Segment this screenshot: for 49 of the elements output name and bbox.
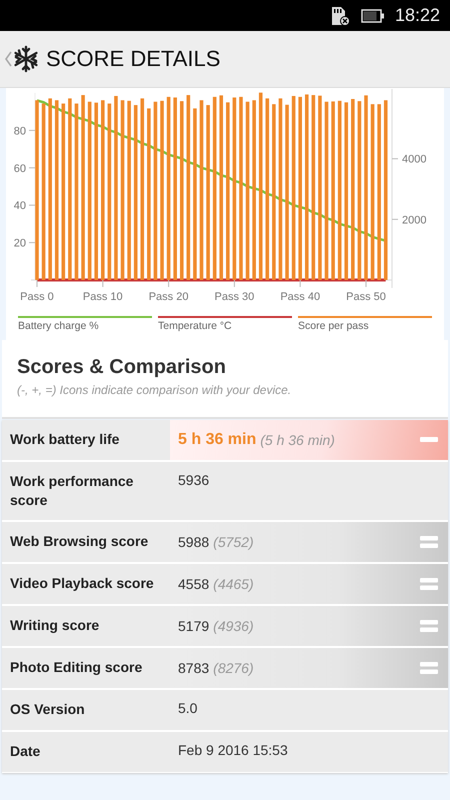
row-label: OS Version [9, 700, 86, 719]
score-value: 5 h 36 min [178, 431, 256, 449]
axis-label: 60 [14, 162, 26, 175]
section-subtitle: (-, +, =) Icons indicate comparison with your device. [17, 383, 292, 397]
page-title: SCORE DETAILS [46, 46, 220, 72]
score-value: 5988 [178, 534, 210, 550]
row-label: Work battery life [9, 430, 120, 449]
back-button[interactable] [4, 45, 40, 73]
axis-label: 20 [14, 238, 26, 250]
axis-label: Pass 20 [148, 291, 188, 303]
score-value: Feb 9 2016 15:53 [178, 742, 288, 758]
score-value: 5.0 [178, 700, 198, 716]
row-label: Writing score [9, 616, 100, 635]
equals-icon [420, 536, 438, 548]
row-label: Photo Editing score [9, 658, 144, 677]
reference-value: (5752) [213, 534, 254, 550]
legend-label: Score per pass [298, 320, 370, 332]
reference-value: (4936) [213, 618, 254, 634]
score-value: 4558 [178, 576, 210, 592]
row-label: Date [9, 742, 42, 761]
reference-value: (4465) [213, 576, 254, 592]
axis-label: 40 [14, 200, 26, 212]
axis-label: Pass 50 [346, 291, 386, 303]
score-value: 5179 [178, 618, 210, 634]
equals-icon [420, 578, 438, 590]
axis-label: Pass 0 [20, 291, 54, 303]
axis-label: Pass 40 [280, 291, 320, 303]
axis-label: 2000 [402, 214, 426, 226]
axis-label: 4000 [402, 154, 426, 166]
axis-label: 80 [14, 125, 26, 138]
legend-label: Temperature °C [158, 320, 233, 332]
section-title: Scores & Comparison [17, 356, 227, 379]
snowflake-icon [12, 45, 40, 73]
equals-icon [420, 620, 438, 632]
score-value: 8783 [178, 660, 210, 676]
battery-icon [360, 8, 385, 22]
equals-icon [420, 662, 438, 674]
row-label: Work performance score [9, 472, 134, 510]
axis-label: Pass 30 [214, 291, 254, 303]
minus-icon [420, 437, 438, 443]
row-label: Video Playback score [9, 574, 155, 593]
axis-label: Pass 10 [82, 291, 123, 303]
legend-label: Battery charge % [18, 320, 100, 332]
clock-time: 18:22 [394, 5, 440, 26]
reference-value: (8276) [213, 660, 254, 676]
score-value: 5936 [178, 472, 210, 488]
reference-value: (5 h 36 min) [260, 432, 335, 448]
row-label: Web Browsing score [9, 532, 150, 551]
back-chevron-icon [4, 50, 12, 68]
